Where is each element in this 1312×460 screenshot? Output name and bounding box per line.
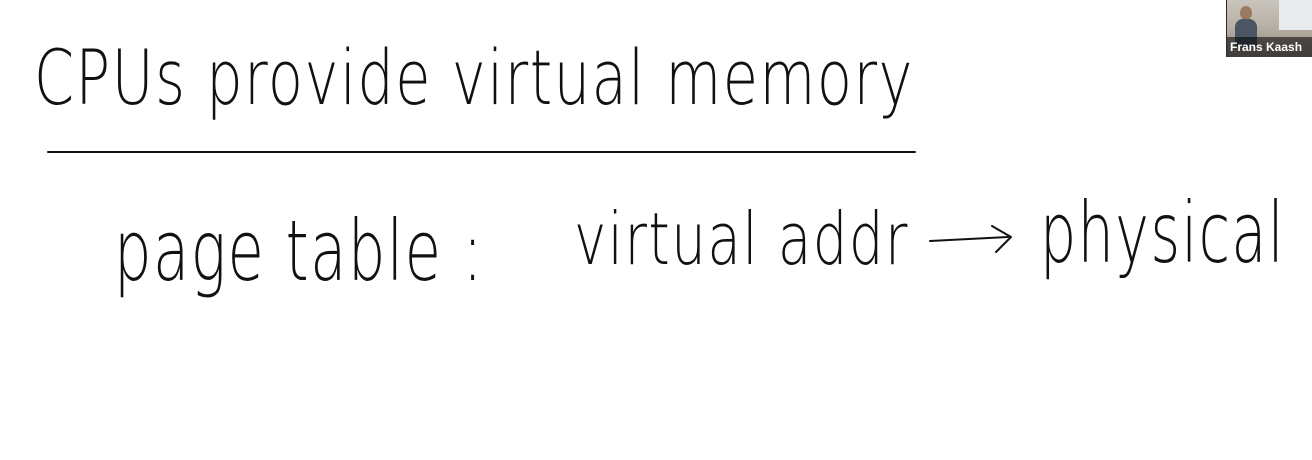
whiteboard-drawing: CPUs provide virtual memory page table :… (34, 33, 1285, 300)
participant-video-tile[interactable]: Frans Kaash (1226, 0, 1312, 57)
heading-text: CPUs provide virtual memory (34, 33, 914, 122)
whiteboard-canvas[interactable]: CPUs provide virtual memory page table :… (0, 0, 1312, 460)
video-window-light (1279, 0, 1312, 30)
physical-label: physical (1040, 184, 1285, 282)
mapping-arrow-icon (929, 225, 1012, 253)
participant-name: Frans Kaash (1227, 37, 1312, 57)
participant-head (1240, 6, 1252, 20)
virtual-addr-label: virtual addr (574, 197, 909, 281)
page-table-label: page table : (114, 202, 484, 300)
